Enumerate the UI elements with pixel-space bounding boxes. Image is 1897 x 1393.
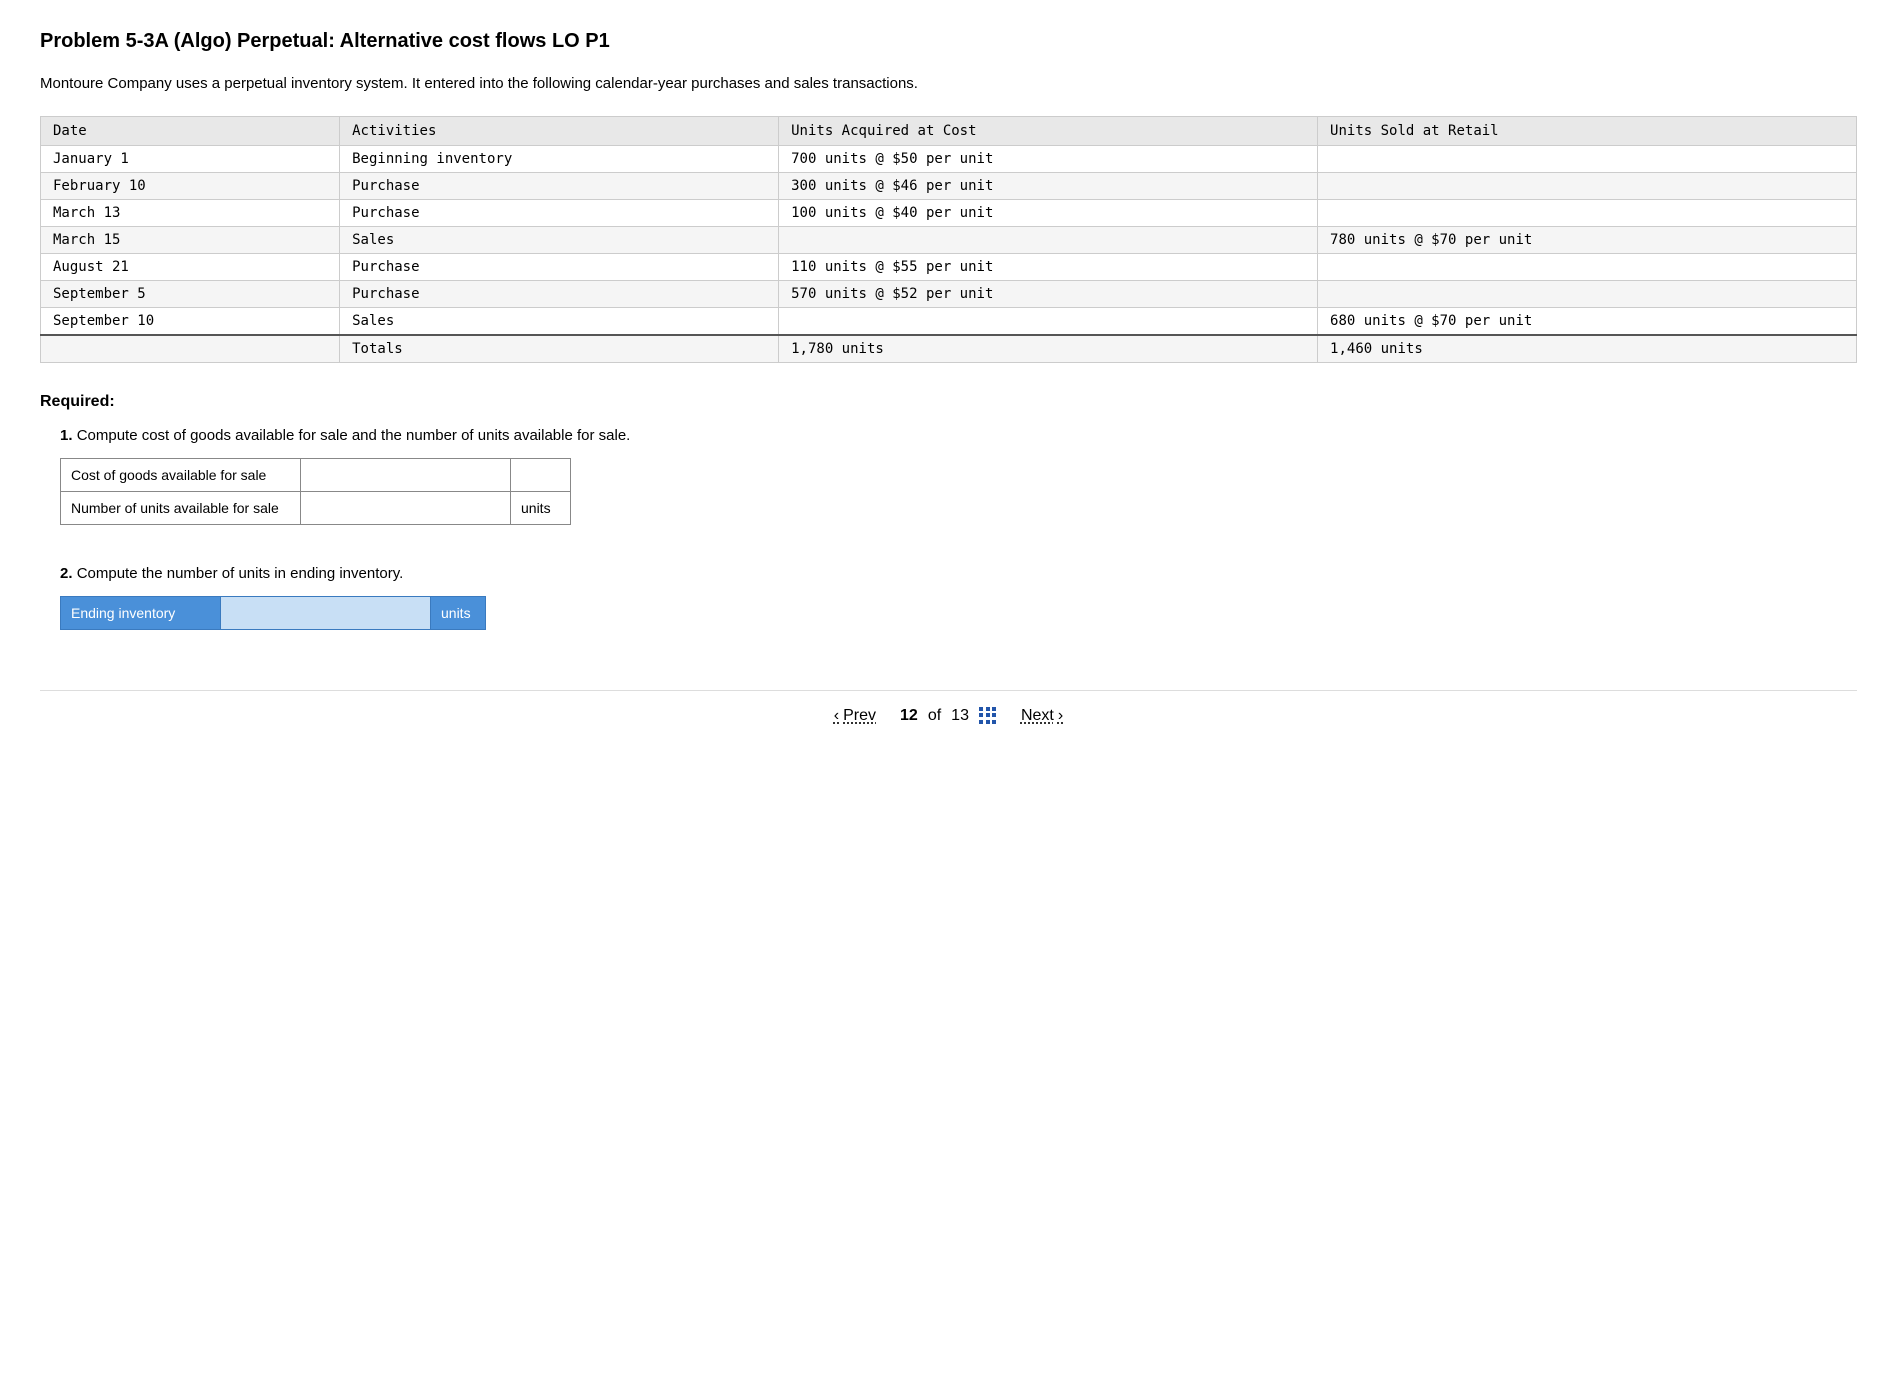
- cell-sold: [1318, 280, 1857, 307]
- cost-units: [511, 458, 571, 491]
- required-label: Required:: [40, 393, 1857, 411]
- ending-inv-input[interactable]: [231, 603, 420, 623]
- navigation-bar: ‹ Prev 12 of 13 Next ›: [40, 690, 1857, 725]
- question-2-title: 2. Compute the number of units in ending…: [60, 565, 1857, 582]
- cell-activity: Purchase: [340, 172, 779, 199]
- cell-sold: [1318, 172, 1857, 199]
- ending-inv-input-cell: [221, 596, 431, 629]
- cell-acquired: 570 units @ $52 per unit: [779, 280, 1318, 307]
- current-page: 12: [900, 707, 918, 725]
- next-chevron-icon: ›: [1058, 707, 1063, 725]
- cell-acquired: 300 units @ $46 per unit: [779, 172, 1318, 199]
- next-button[interactable]: Next ›: [1021, 707, 1063, 725]
- prev-label: Prev: [843, 707, 876, 725]
- table-row: March 15 Sales 780 units @ $70 per unit: [41, 226, 1857, 253]
- col-sold: Units Sold at Retail: [1318, 116, 1857, 145]
- next-label: Next: [1021, 707, 1054, 725]
- cell-sold: [1318, 253, 1857, 280]
- cell-activity: Purchase: [340, 199, 779, 226]
- question-1: 1. Compute cost of goods available for s…: [40, 427, 1857, 525]
- grid-icon[interactable]: [979, 707, 997, 725]
- cell-activity: Sales: [340, 226, 779, 253]
- cell-date: September 10: [41, 307, 340, 335]
- intro-text: Montoure Company uses a perpetual invent…: [40, 73, 1857, 96]
- page-info: 12 of 13: [900, 707, 997, 725]
- ending-inv-units: units: [431, 596, 486, 629]
- cell-acquired: 100 units @ $40 per unit: [779, 199, 1318, 226]
- table-row: Cost of goods available for sale: [61, 458, 571, 491]
- transaction-table: Date Activities Units Acquired at Cost U…: [40, 116, 1857, 363]
- col-activities: Activities: [340, 116, 779, 145]
- cell-activity: Purchase: [340, 253, 779, 280]
- cell-activity: Sales: [340, 307, 779, 335]
- ending-inventory-table: Ending inventory units: [60, 596, 486, 630]
- prev-chevron-icon: ‹: [834, 707, 839, 725]
- col-acquired: Units Acquired at Cost: [779, 116, 1318, 145]
- cell-date: March 15: [41, 226, 340, 253]
- cell-date: August 21: [41, 253, 340, 280]
- units-input-cell: [301, 491, 511, 524]
- question-1-table: Cost of goods available for sale Number …: [60, 458, 571, 525]
- question-2: 2. Compute the number of units in ending…: [40, 565, 1857, 630]
- question-1-title: 1. Compute cost of goods available for s…: [60, 427, 1857, 444]
- cell-sold: 780 units @ $70 per unit: [1318, 226, 1857, 253]
- cell-activity: Beginning inventory: [340, 145, 779, 172]
- totals-row: Totals 1,780 units 1,460 units: [41, 335, 1857, 363]
- cell-date: February 10: [41, 172, 340, 199]
- table-row: February 10 Purchase 300 units @ $46 per…: [41, 172, 1857, 199]
- units-units: units: [511, 491, 571, 524]
- cell-acquired: [779, 307, 1318, 335]
- table-row: September 10 Sales 680 units @ $70 per u…: [41, 307, 1857, 335]
- units-input[interactable]: [311, 498, 500, 518]
- cell-acquired: 110 units @ $55 per unit: [779, 253, 1318, 280]
- totals-acquired: 1,780 units: [779, 335, 1318, 363]
- col-date: Date: [41, 116, 340, 145]
- of-text: of: [928, 707, 941, 725]
- page-title: Problem 5-3A (Algo) Perpetual: Alternati…: [40, 30, 1857, 53]
- units-label: Number of units available for sale: [61, 491, 301, 524]
- cell-sold: 680 units @ $70 per unit: [1318, 307, 1857, 335]
- cell-activity: Purchase: [340, 280, 779, 307]
- cell-acquired: 700 units @ $50 per unit: [779, 145, 1318, 172]
- cell-date: January 1: [41, 145, 340, 172]
- cell-sold: [1318, 199, 1857, 226]
- table-row: March 13 Purchase 100 units @ $40 per un…: [41, 199, 1857, 226]
- cell-sold: [1318, 145, 1857, 172]
- cost-input-cell: [301, 458, 511, 491]
- table-row: Number of units available for sale units: [61, 491, 571, 524]
- ending-inv-label: Ending inventory: [61, 596, 221, 629]
- cost-input[interactable]: [311, 465, 500, 485]
- totals-label: Totals: [340, 335, 779, 363]
- totals-sold: 1,460 units: [1318, 335, 1857, 363]
- prev-button[interactable]: ‹ Prev: [834, 707, 876, 725]
- cell-acquired: [779, 226, 1318, 253]
- total-pages: 13: [951, 707, 969, 725]
- cost-label: Cost of goods available for sale: [61, 458, 301, 491]
- table-row: Ending inventory units: [61, 596, 486, 629]
- table-row: September 5 Purchase 570 units @ $52 per…: [41, 280, 1857, 307]
- table-row: January 1 Beginning inventory 700 units …: [41, 145, 1857, 172]
- table-row: August 21 Purchase 110 units @ $55 per u…: [41, 253, 1857, 280]
- cell-date: September 5: [41, 280, 340, 307]
- cell-date: March 13: [41, 199, 340, 226]
- totals-label-empty: [41, 335, 340, 363]
